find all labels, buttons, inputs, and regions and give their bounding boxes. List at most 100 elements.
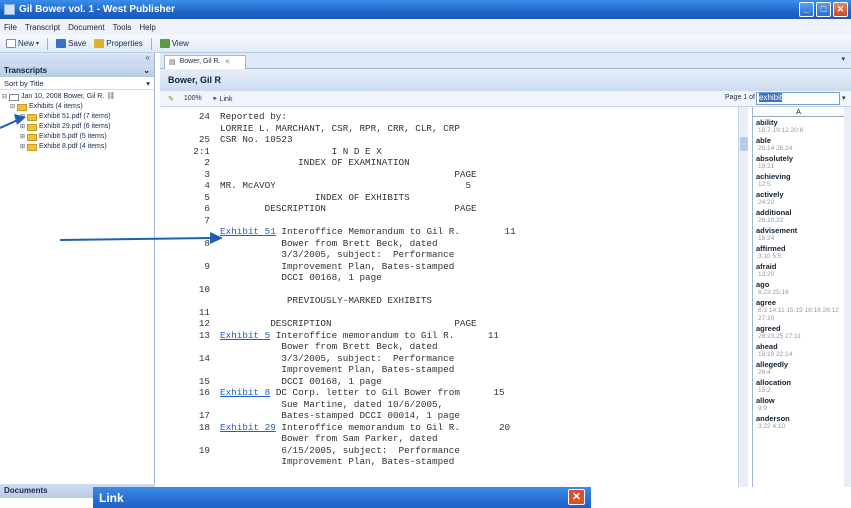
transcript-line: 2:1 I N D E X xyxy=(160,146,740,157)
tab-strip: ▤ Bower, Gil R. ✕ ▾ xyxy=(160,53,851,69)
index-word[interactable]: ago xyxy=(753,280,844,289)
index-word[interactable]: allow xyxy=(753,396,844,405)
transcript-line: 19 6/15/2005, subject: Performance xyxy=(160,445,740,456)
zoom-select[interactable]: 100% xyxy=(184,95,202,102)
index-word[interactable]: afraid xyxy=(753,262,844,271)
index-references[interactable]: 3:22 4:10 xyxy=(753,423,844,431)
pin-icon[interactable]: ⌄ xyxy=(143,66,150,75)
index-word[interactable]: agree xyxy=(753,298,844,307)
index-references[interactable]: 12:5 xyxy=(753,181,844,189)
link-button[interactable]: ⚭ Link xyxy=(212,95,233,103)
tab-list-arrow-icon[interactable]: ▾ xyxy=(841,55,845,63)
sort-dropdown[interactable]: Sort by Title ▾ xyxy=(0,77,154,90)
minimize-button[interactable]: _ xyxy=(799,2,814,17)
index-word[interactable]: agreed xyxy=(753,324,844,333)
index-references[interactable]: 26:23,25 27:11 xyxy=(753,333,844,341)
menu-tools[interactable]: Tools xyxy=(113,23,132,32)
index-references[interactable]: 15:2 xyxy=(753,387,844,395)
index-references[interactable]: 6:23 25:16 xyxy=(753,289,844,297)
exhibit-link[interactable]: Exhibit 5 xyxy=(220,330,270,341)
index-references[interactable]: 26:4 xyxy=(753,369,844,377)
index-word[interactable]: allegedly xyxy=(753,360,844,369)
line-number: 15 xyxy=(198,375,210,387)
transcript-line: 13 Exhibit 5 Interoffice memorandum to Gi… xyxy=(160,330,740,341)
index-word[interactable]: ability xyxy=(753,118,844,127)
index-references[interactable]: 26:10,22 xyxy=(753,217,844,225)
index-word[interactable]: affirmed xyxy=(753,244,844,253)
zoom-icon[interactable]: ✎ xyxy=(168,95,174,103)
menu-transcript[interactable]: Transcript xyxy=(25,23,60,32)
index-word[interactable]: actively xyxy=(753,190,844,199)
exhibit-link[interactable]: Exhibit 8 xyxy=(220,387,270,398)
transcript-icon xyxy=(9,93,20,101)
index-word[interactable]: absolutely xyxy=(753,154,844,163)
line-text: Exhibit 51 Interoffice Memorandum to Gil… xyxy=(220,226,516,237)
collapse-icon[interactable]: ⊟ xyxy=(2,92,7,102)
menu-bar: File Transcript Document Tools Help xyxy=(0,19,851,35)
index-word[interactable]: able xyxy=(753,136,844,145)
transcript-line: 12 DESCRIPTION PAGE xyxy=(160,318,740,329)
index-references[interactable]: 18:21 xyxy=(753,163,844,171)
menu-document[interactable]: Document xyxy=(68,23,104,32)
index-references[interactable]: 6:3 14:11 15:19 18:16 26:12 27:10 xyxy=(753,307,844,323)
scroll-thumb[interactable] xyxy=(740,137,748,151)
index-word[interactable]: additional xyxy=(753,208,844,217)
index-word[interactable]: allocation xyxy=(753,378,844,387)
index-references[interactable]: 13:20 xyxy=(753,271,844,279)
line-text: DESCRIPTION PAGE xyxy=(220,318,477,329)
close-tab-icon[interactable]: ✕ xyxy=(224,58,230,67)
exhibit-link[interactable]: Exhibit 29 xyxy=(220,422,276,433)
line-number: 12 xyxy=(198,318,210,329)
document-title: Bower, Gil R xyxy=(160,69,851,91)
tab-transcript[interactable]: ▤ Bower, Gil R. ✕ xyxy=(164,55,246,69)
view-button[interactable]: View xyxy=(159,39,189,48)
transcript-line: 8 Bower from Brett Beck, dated xyxy=(160,238,740,249)
maximize-button[interactable]: □ xyxy=(816,2,831,17)
tree-item-transcript[interactable]: ⊟ Jan 10, 2008 Bower, Gil R. ⛓ xyxy=(2,92,152,102)
search-dropdown-icon[interactable]: ▾ xyxy=(842,94,846,102)
line-number: 25 xyxy=(198,134,210,145)
tree-item-exhibit[interactable]: ⊞ Exhibit 8.pdf (4 items) xyxy=(2,142,152,152)
properties-button[interactable]: Properties xyxy=(94,39,143,48)
callout-arrow xyxy=(0,114,26,129)
save-button[interactable]: Save xyxy=(56,39,86,48)
line-number: 9 xyxy=(204,260,210,272)
line-text: Reported by: xyxy=(220,111,287,122)
index-references[interactable]: 24:22 xyxy=(753,199,844,207)
line-text: INDEX OF EXAMINATION xyxy=(220,157,410,168)
index-references[interactable]: 16:7 19:12 20:6 xyxy=(753,127,844,135)
new-button[interactable]: New ▾ xyxy=(6,39,39,48)
menu-help[interactable]: Help xyxy=(139,23,155,32)
close-window-button[interactable]: ✕ xyxy=(833,2,848,17)
title-bar: Gil Bower vol. 1 - West Publisher _ □ ✕ xyxy=(0,0,851,19)
line-number: 2:1 xyxy=(193,145,210,157)
line-text: Bates-stamped DCCI 00014, 1 page xyxy=(220,410,460,421)
index-references[interactable]: 9:9 xyxy=(753,405,844,413)
index-word[interactable]: anderson xyxy=(753,414,844,423)
transcript-line: 5 INDEX OF EXHIBITS xyxy=(160,192,740,203)
line-number: 5 xyxy=(204,191,210,203)
line-text: I N D E X xyxy=(220,145,382,157)
close-dialog-button[interactable]: ✕ xyxy=(568,489,585,505)
index-references[interactable]: 25:14 26:24 xyxy=(753,145,844,153)
transcript-line: 24 Reported by: xyxy=(160,111,740,122)
search-input[interactable]: exhibit xyxy=(756,92,840,105)
index-references[interactable]: 16:19 22:14 xyxy=(753,351,844,359)
transcript-line: 3/3/2005, subject: Performance xyxy=(160,249,740,260)
transcript-line: Bower from Brett Beck, dated xyxy=(160,341,740,352)
collapse-panel-button[interactable]: « xyxy=(0,53,154,64)
menu-file[interactable]: File xyxy=(4,23,17,32)
transcript-line: LORRIE L. MARCHANT, CSR, RPR, CRR, CLR, … xyxy=(160,123,740,134)
line-text: Bower from Brett Beck, dated xyxy=(220,341,438,352)
transcript-scrollbar[interactable] xyxy=(738,107,748,487)
index-word[interactable]: advisement xyxy=(753,226,844,235)
transcript-line: 2 INDEX OF EXAMINATION xyxy=(160,157,740,168)
transcript-line: Bower from Sam Parker, dated xyxy=(160,433,740,444)
index-references[interactable]: 18:24 xyxy=(753,235,844,243)
index-word[interactable]: ahead xyxy=(753,342,844,351)
word-index-scrollbar[interactable] xyxy=(844,107,851,487)
index-references[interactable]: 3:10 5:5 xyxy=(753,253,844,261)
line-text: Exhibit 5 Interoffice memorandum to Gil … xyxy=(220,330,499,341)
expand-icon[interactable]: ⊞ xyxy=(20,142,25,152)
index-word[interactable]: achieving xyxy=(753,172,844,181)
